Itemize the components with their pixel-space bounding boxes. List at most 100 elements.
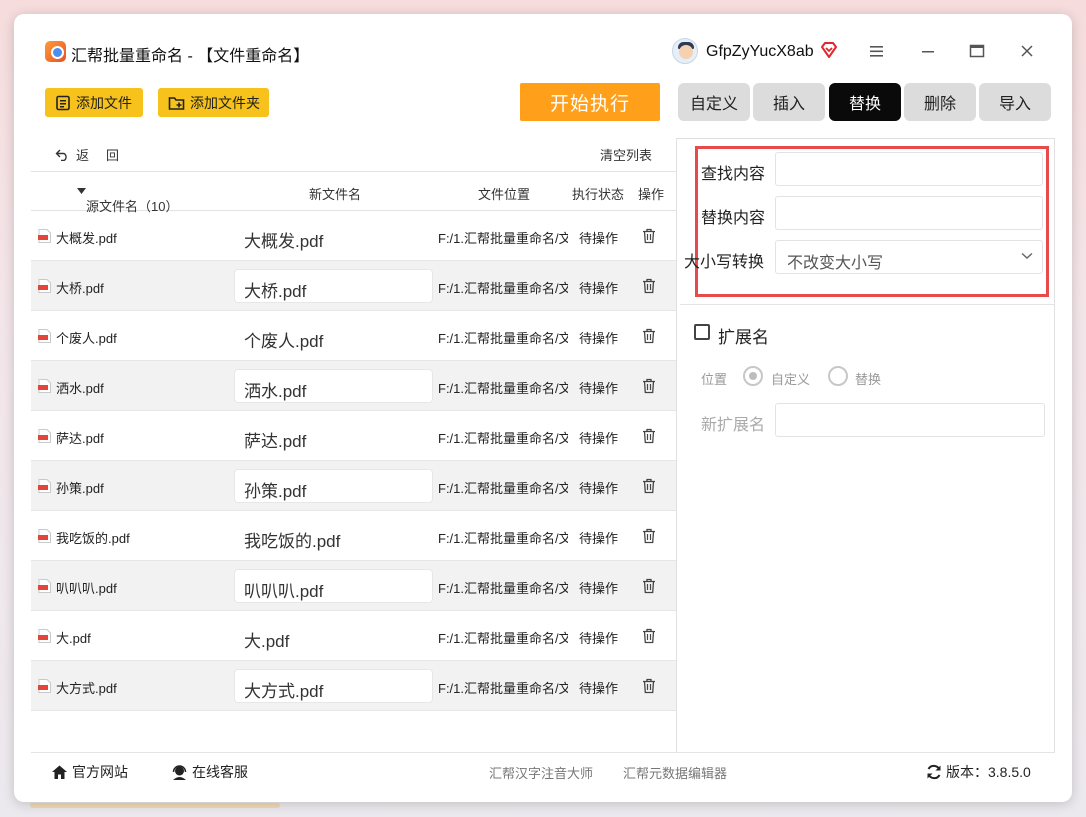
source-filename: 萨达.pdf — [56, 431, 104, 446]
vip-diamond-icon[interactable] — [820, 41, 838, 59]
close-icon[interactable] — [1018, 42, 1036, 60]
trash-icon[interactable] — [642, 428, 656, 444]
website-label: 官方网站 — [72, 764, 128, 780]
maximize-icon[interactable] — [968, 43, 986, 59]
app-logo-icon — [45, 41, 66, 62]
start-button[interactable]: 开始执行 — [520, 83, 660, 121]
radio-replace[interactable] — [828, 366, 848, 386]
file-location: F:/1.汇帮批量重命名/文件 — [438, 331, 568, 346]
user-avatar[interactable] — [672, 38, 698, 64]
radio-replace-label: 替换 — [855, 372, 882, 387]
trash-icon[interactable] — [642, 278, 656, 294]
status-text: 待操作 — [579, 481, 619, 496]
radio-custom-label: 自定义 — [771, 372, 811, 387]
pdf-file-icon — [38, 679, 51, 693]
back-button[interactable]: 返 回 — [55, 145, 121, 164]
trash-icon[interactable] — [642, 228, 656, 244]
table-row[interactable]: 洒水.pdf F:/1.汇帮批量重命名/文件 待操作 — [31, 361, 676, 411]
new-filename-input[interactable] — [234, 319, 433, 353]
file-location: F:/1.汇帮批量重命名/文件 — [438, 631, 568, 646]
new-filename-input[interactable] — [234, 619, 433, 653]
find-input[interactable] — [775, 152, 1043, 186]
table-row[interactable]: 个废人.pdf F:/1.汇帮批量重命名/文件 待操作 — [31, 311, 676, 361]
file-location: F:/1.汇帮批量重命名/文件 — [438, 681, 568, 696]
new-filename-input[interactable] — [234, 569, 433, 603]
pinyin-app-link[interactable]: 汇帮汉字注音大师 — [489, 763, 593, 782]
status-text: 待操作 — [579, 281, 619, 296]
find-label: 查找内容 — [701, 166, 766, 183]
tab-custom[interactable]: 自定义 — [678, 83, 750, 121]
metadata-app-link[interactable]: 汇帮元数据编辑器 — [623, 763, 727, 782]
table-row[interactable]: 我吃饭的.pdf F:/1.汇帮批量重命名/文件 待操作 — [31, 511, 676, 561]
replace-input[interactable] — [775, 196, 1043, 230]
new-filename-input[interactable] — [234, 369, 433, 403]
tab-import[interactable]: 导入 — [979, 83, 1051, 121]
replace-label: 替换内容 — [701, 210, 766, 227]
case-select[interactable]: 不改变大小写 — [775, 240, 1043, 274]
home-icon — [52, 765, 67, 779]
version-info[interactable]: 版本：3.8.5.0 — [926, 762, 1031, 782]
table-row[interactable]: 孙策.pdf F:/1.汇帮批量重命名/文件 待操作 — [31, 461, 676, 511]
back-label: 返 回 — [76, 148, 122, 163]
trash-icon[interactable] — [642, 578, 656, 594]
tab-delete[interactable]: 删除 — [904, 83, 976, 121]
menu-icon[interactable] — [868, 43, 886, 59]
trash-icon[interactable] — [642, 328, 656, 344]
minimize-icon[interactable] — [919, 43, 937, 59]
bottom-accent-bar — [30, 803, 280, 808]
source-filename: 大概发.pdf — [56, 231, 117, 246]
add-file-label: 添加文件 — [76, 94, 132, 111]
table-row[interactable]: 萨达.pdf F:/1.汇帮批量重命名/文件 待操作 — [31, 411, 676, 461]
trash-icon[interactable] — [642, 628, 656, 644]
customer-service-icon — [172, 764, 187, 780]
new-extension-input[interactable] — [775, 403, 1045, 437]
header-source[interactable]: 源文件名（10） — [77, 184, 178, 214]
status-text: 待操作 — [579, 381, 619, 396]
chevron-down-icon — [1021, 252, 1033, 259]
support-link[interactable]: 在线客服 — [171, 762, 248, 782]
trash-icon[interactable] — [642, 378, 656, 394]
table-row[interactable]: 叭叭叭.pdf F:/1.汇帮批量重命名/文件 待操作 — [31, 561, 676, 611]
header-status: 执行状态 — [572, 187, 625, 202]
trash-icon[interactable] — [642, 528, 656, 544]
file-list: 大概发.pdf F:/1.汇帮批量重命名/文件 待操作 大桥.pdf F:/1.… — [31, 211, 676, 711]
trash-icon[interactable] — [642, 478, 656, 494]
app-window: 汇帮批量重命名 - 【文件重命名】 GfpZyYucX8ab 添加文件 添加文件… — [14, 14, 1072, 802]
folder-add-icon — [168, 96, 185, 110]
table-row[interactable]: 大桥.pdf F:/1.汇帮批量重命名/文件 待操作 — [31, 261, 676, 311]
add-file-button[interactable]: 添加文件 — [45, 88, 143, 117]
table-row[interactable]: 大方式.pdf F:/1.汇帮批量重命名/文件 待操作 — [31, 661, 676, 711]
footer-divider — [31, 752, 1055, 753]
position-label: 位置 — [701, 372, 728, 387]
add-folder-button[interactable]: 添加文件夹 — [158, 88, 269, 117]
pdf-file-icon — [38, 579, 51, 593]
new-filename-input[interactable] — [234, 419, 433, 453]
source-filename: 孙策.pdf — [56, 481, 104, 496]
file-location: F:/1.汇帮批量重命名/文件 — [438, 381, 568, 396]
pdf-file-icon — [38, 279, 51, 293]
tab-replace[interactable]: 替换 — [829, 83, 901, 121]
file-location: F:/1.汇帮批量重命名/文件 — [438, 581, 568, 596]
new-filename-input[interactable] — [234, 219, 433, 253]
table-row[interactable]: 大概发.pdf F:/1.汇帮批量重命名/文件 待操作 — [31, 211, 676, 261]
new-filename-input[interactable] — [234, 269, 433, 303]
clear-list-button[interactable]: 清空列表 — [600, 145, 652, 164]
back-arrow-icon — [55, 149, 67, 161]
username[interactable]: GfpZyYucX8ab — [706, 43, 814, 61]
app-title: 汇帮批量重命名 - 【文件重命名】 — [71, 48, 310, 65]
new-filename-input[interactable] — [234, 519, 433, 553]
status-text: 待操作 — [579, 581, 619, 596]
new-filename-input[interactable] — [234, 469, 433, 503]
website-link[interactable]: 官方网站 — [51, 762, 128, 782]
extension-checkbox[interactable] — [694, 324, 710, 340]
new-extension-label: 新扩展名 — [701, 417, 766, 434]
list-header: 源文件名（10） 新文件名 文件位置 执行状态 操作 — [31, 171, 676, 214]
trash-icon[interactable] — [642, 678, 656, 694]
panel-divider — [676, 138, 677, 753]
tab-insert[interactable]: 插入 — [753, 83, 825, 121]
radio-custom[interactable] — [743, 366, 763, 386]
table-row[interactable]: 大.pdf F:/1.汇帮批量重命名/文件 待操作 — [31, 611, 676, 661]
status-text: 待操作 — [579, 431, 619, 446]
source-filename: 洒水.pdf — [56, 381, 104, 396]
new-filename-input[interactable] — [234, 669, 433, 703]
